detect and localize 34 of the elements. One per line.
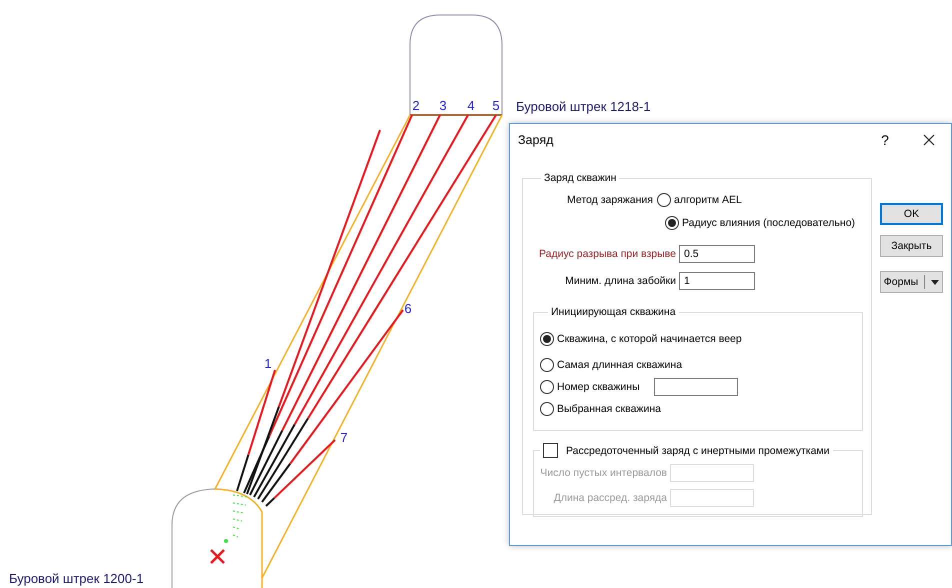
- method-label: Метод заряжания: [567, 194, 653, 206]
- group-title: Инициирующая скважина: [550, 306, 677, 318]
- dialog-button[interactable]: Закрыть: [880, 235, 943, 257]
- field-label: Число пустых интервалов: [540, 466, 667, 478]
- hole-number: 4: [467, 98, 475, 113]
- checkbox[interactable]: [543, 443, 558, 458]
- checkbox-label: Рассредоточенный заряд с инертными промежутками: [566, 444, 830, 456]
- close-icon: [923, 134, 935, 146]
- hole-number: 5: [492, 98, 500, 113]
- dialog-title: Заряд: [518, 133, 554, 147]
- hole-number: 3: [439, 98, 447, 113]
- input-field[interactable]: [654, 378, 738, 396]
- radio-option[interactable]: Радиус влияния (последовательно): [665, 216, 856, 230]
- radio-option[interactable]: алгоритм AEL: [656, 192, 742, 206]
- field-label: Миним. длина забойки: [565, 274, 676, 286]
- help-button[interactable]: ?: [863, 124, 907, 156]
- dialog-button[interactable]: OK: [880, 203, 943, 225]
- hole-number: 1: [264, 356, 272, 371]
- field-label: Радиус разрыва при взрыве: [538, 248, 676, 260]
- hole-number: 2: [412, 98, 420, 113]
- drift-label: Буровой штрек 1218-1: [516, 99, 651, 114]
- hole-number: 6: [404, 301, 412, 316]
- split-button[interactable]: Формы: [880, 271, 943, 293]
- input-field[interactable]: 1: [679, 272, 755, 290]
- radio-option[interactable]: Скважина, с которой начинается веер: [540, 332, 742, 346]
- input-field[interactable]: 0.5: [679, 244, 755, 262]
- radio-option[interactable]: Выбранная скважина: [540, 402, 661, 416]
- hole-number: 7: [340, 430, 348, 445]
- drift-label: Буровой штрек 1200-1: [9, 571, 144, 586]
- radio-option[interactable]: Самая длинная скважина: [540, 358, 682, 372]
- radio-option[interactable]: Номер скважины: [540, 380, 640, 394]
- caret-icon: [931, 280, 940, 284]
- group-title: Заряд скважин: [543, 172, 618, 184]
- field-label: Длина рассред. заряда: [554, 492, 667, 504]
